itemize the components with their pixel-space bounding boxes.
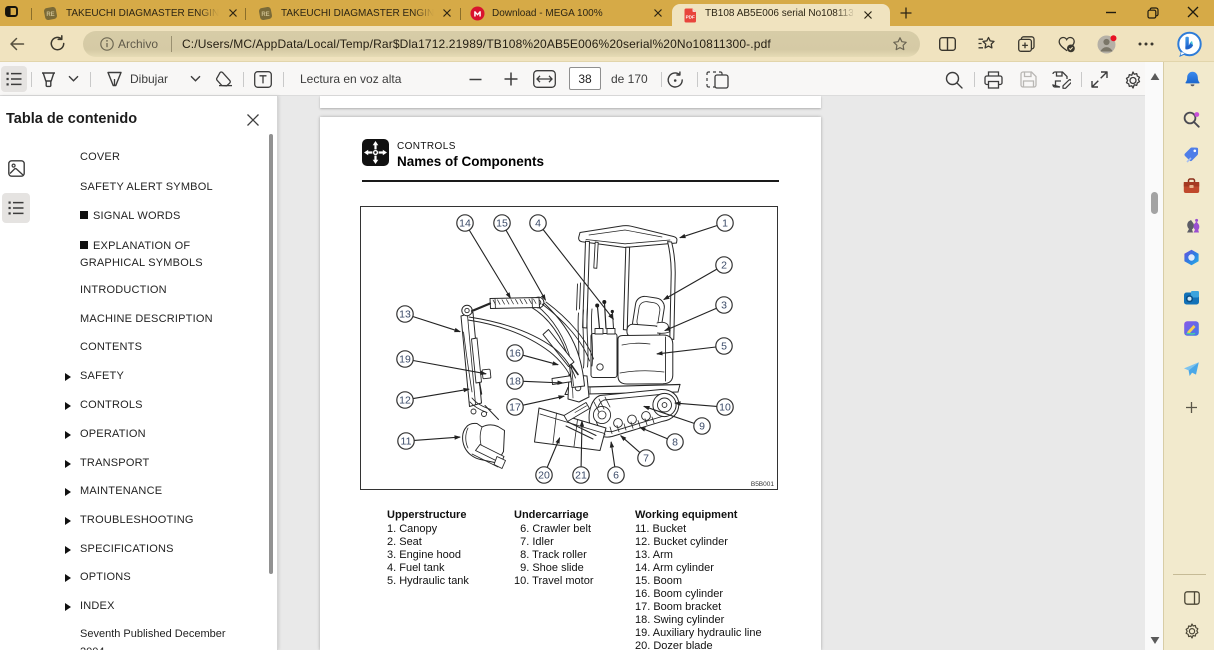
svg-text:21: 21: [575, 470, 587, 482]
svg-text:16: 16: [509, 348, 521, 360]
svg-text:9: 9: [699, 421, 705, 433]
svg-text:B5B001: B5B001: [751, 481, 775, 488]
svg-text:4: 4: [535, 218, 541, 230]
svg-text:5: 5: [721, 341, 727, 353]
svg-text:1: 1: [722, 218, 728, 230]
svg-text:PDF: PDF: [686, 15, 695, 20]
svg-text:11: 11: [401, 436, 412, 448]
svg-text:12: 12: [399, 395, 411, 407]
svg-text:2: 2: [721, 260, 727, 272]
svg-text:RE: RE: [46, 12, 54, 18]
svg-text:7: 7: [643, 453, 649, 465]
svg-text:19: 19: [399, 354, 411, 366]
svg-text:3: 3: [721, 300, 727, 312]
svg-text:14: 14: [459, 218, 471, 230]
svg-text:10: 10: [719, 402, 731, 414]
svg-text:13: 13: [399, 309, 411, 321]
svg-text:18: 18: [509, 376, 521, 388]
svg-text:17: 17: [509, 402, 521, 414]
svg-text:8: 8: [672, 437, 678, 449]
svg-text:6: 6: [613, 470, 619, 482]
svg-text:15: 15: [496, 218, 508, 230]
svg-text:20: 20: [538, 470, 550, 482]
svg-text:RE: RE: [261, 12, 269, 18]
